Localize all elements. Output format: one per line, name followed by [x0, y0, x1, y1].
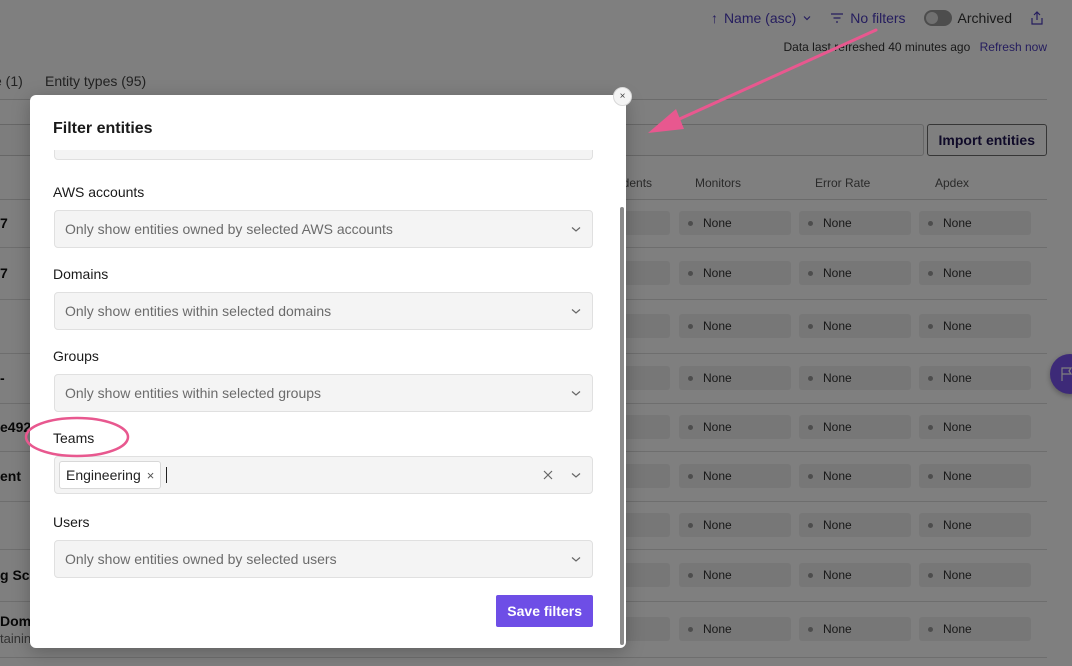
chevron-down-icon[interactable] [570, 469, 582, 481]
groups-select[interactable]: Only show entities within selected group… [54, 374, 593, 412]
close-modal-button[interactable]: × [613, 87, 632, 106]
selected-team-chip: Engineering × [59, 461, 162, 489]
text-cursor [166, 467, 168, 483]
users-select[interactable]: Only show entities owned by selected use… [54, 540, 593, 578]
chip-remove-icon[interactable]: × [147, 468, 155, 483]
chevron-down-icon [571, 309, 581, 314]
filter-entities-modal: Filter entities AWS accounts Only show e… [30, 95, 626, 648]
save-filters-button[interactable]: Save filters [496, 595, 593, 627]
chip-label: Engineering [66, 467, 141, 483]
chevron-down-icon [571, 227, 581, 232]
domains-placeholder: Only show entities within selected domai… [65, 303, 332, 319]
modal-body: AWS accounts Only show entities owned by… [30, 150, 626, 648]
aws-accounts-label: AWS accounts [53, 184, 145, 200]
chevron-down-icon [571, 557, 581, 562]
clear-icon[interactable] [542, 469, 554, 481]
users-label: Users [53, 514, 90, 530]
scrolled-field-input[interactable] [54, 150, 593, 160]
teams-label: Teams [53, 430, 95, 446]
domains-label: Domains [53, 266, 109, 282]
domains-select[interactable]: Only show entities within selected domai… [54, 292, 593, 330]
chevron-down-icon [571, 391, 581, 396]
aws-accounts-placeholder: Only show entities owned by selected AWS… [65, 221, 393, 237]
users-placeholder: Only show entities owned by selected use… [65, 551, 337, 567]
teams-multiselect[interactable]: Engineering × [54, 456, 593, 494]
aws-accounts-select[interactable]: Only show entities owned by selected AWS… [54, 210, 593, 248]
groups-label: Groups [53, 348, 99, 364]
groups-placeholder: Only show entities within selected group… [65, 385, 322, 401]
modal-scrollbar[interactable] [620, 207, 624, 645]
modal-title: Filter entities [53, 120, 153, 137]
